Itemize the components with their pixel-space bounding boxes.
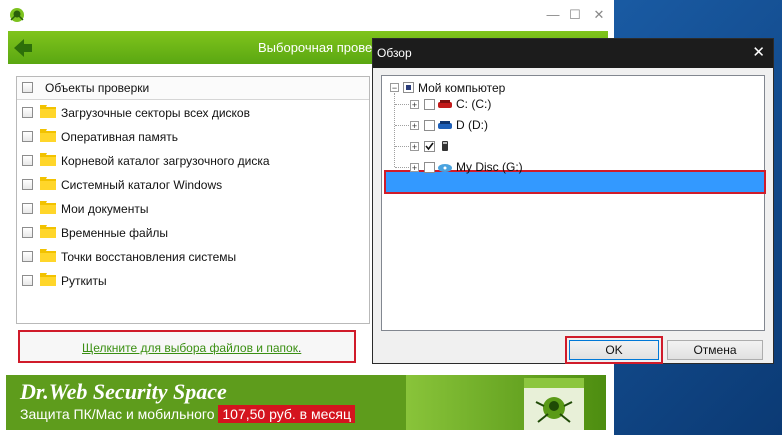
partial-check-mark	[406, 85, 411, 90]
scan-object-row[interactable]: Временные файлы	[17, 221, 369, 245]
promo-banner[interactable]: Dr.Web Security Space Защита ПК/Mac и мо…	[6, 375, 606, 430]
browse-dialog: Обзор ✕ − Мой компьютер + C: (C:) + D (D:) +…	[372, 38, 774, 364]
folder-icon	[40, 177, 56, 190]
close-button[interactable]: ✕	[588, 6, 610, 24]
folder-icon	[40, 273, 56, 286]
scan-object-checkbox[interactable]	[22, 107, 33, 118]
drive-label[interactable]: D (D:)	[456, 118, 488, 132]
scan-object-checkbox[interactable]	[22, 131, 33, 142]
dialog-close-icon[interactable]: ✕	[752, 44, 765, 62]
folder-icon	[40, 129, 56, 142]
scan-object-row[interactable]: Системный каталог Windows	[17, 173, 369, 197]
scan-object-row[interactable]: Руткиты	[17, 269, 369, 293]
link-period: .	[297, 341, 302, 355]
cancel-button[interactable]: Отмена	[667, 340, 763, 360]
select-files-link[interactable]: Щелкните для выбора файлов и папок.	[82, 341, 301, 355]
hard-drive-blue-icon	[438, 121, 452, 129]
folder-icon	[40, 105, 56, 118]
root-label[interactable]: Мой компьютер	[418, 81, 505, 95]
scan-object-label: Точки восстановления системы	[61, 250, 237, 264]
banner-text-area: Dr.Web Security Space Защита ПК/Mac и мо…	[6, 375, 406, 430]
scan-object-label: Временные файлы	[61, 226, 169, 240]
scan-object-label: Системный каталог Windows	[61, 178, 223, 192]
dialog-titlebar: Обзор ✕	[373, 39, 773, 68]
collapse-root-icon[interactable]: −	[390, 83, 399, 93]
spider-logo-icon	[535, 397, 573, 423]
usb-drive-icon	[442, 141, 448, 151]
expand-icon[interactable]: +	[410, 142, 419, 152]
drive-label[interactable]: E: (E:)	[456, 139, 490, 153]
select-files-link-label[interactable]: Щелкните для выбора файлов и папок	[82, 341, 298, 355]
scan-object-label: Загрузочные секторы всех дисков	[61, 106, 250, 120]
back-arrow-icon[interactable]	[12, 37, 34, 59]
scan-objects-tree: Объекты проверки Загрузочные секторы все…	[16, 76, 370, 324]
maximize-button[interactable]: ☐	[564, 6, 586, 24]
banner-subtitle: Защита ПК/Mac и мобильного 107,50 руб. в…	[20, 405, 356, 423]
drive-checkbox[interactable]	[424, 141, 435, 152]
drive-label[interactable]: C: (C:)	[456, 97, 491, 111]
scan-object-row[interactable]: Мои документы	[17, 197, 369, 221]
scan-object-row[interactable]: Загрузочные секторы всех дисков	[17, 101, 369, 125]
scan-object-row[interactable]: Точки восстановления системы	[17, 245, 369, 269]
scan-object-label: Мои документы	[61, 202, 149, 216]
drive-checkbox[interactable]	[424, 99, 435, 110]
check-mark-icon	[425, 142, 434, 151]
drive-tree: − Мой компьютер + C: (C:) + D (D:) + E: (E:) +…	[381, 75, 766, 331]
dialog-title: Обзор	[377, 46, 412, 60]
expand-icon[interactable]: +	[410, 100, 419, 110]
folder-icon	[40, 225, 56, 238]
root-checkbox[interactable]	[403, 82, 414, 93]
scan-object-label: Корневой каталог загрузочного диска	[61, 154, 270, 168]
hard-drive-red-icon	[438, 100, 452, 108]
scan-object-row[interactable]: Корневой каталог загрузочного диска	[17, 149, 369, 173]
scan-object-checkbox[interactable]	[22, 251, 33, 262]
scan-object-checkbox[interactable]	[22, 227, 33, 238]
window-titlebar: — ☐ ✕	[0, 0, 614, 30]
scan-object-checkbox[interactable]	[22, 203, 33, 214]
drive-checkbox[interactable]	[424, 162, 435, 173]
product-box-stripe	[524, 378, 584, 388]
scan-object-checkbox[interactable]	[22, 179, 33, 190]
tree-header: Объекты проверки	[17, 77, 369, 100]
scan-object-checkbox[interactable]	[22, 275, 33, 286]
banner-title: Dr.Web Security Space	[20, 379, 227, 404]
optical-disc-icon	[438, 164, 452, 172]
scan-object-row[interactable]: Оперативная память	[17, 125, 369, 149]
tree-header-label: Объекты проверки	[45, 81, 150, 95]
select-files-link-box: Щелкните для выбора файлов и папок.	[18, 330, 356, 363]
folder-icon	[40, 153, 56, 166]
scan-object-checkbox[interactable]	[22, 155, 33, 166]
product-box-icon	[524, 378, 584, 430]
banner-product-image	[406, 375, 606, 430]
drive-label[interactable]: My Disc (G:)	[456, 160, 523, 174]
folder-icon	[40, 249, 56, 262]
scan-object-label: Оперативная память	[61, 130, 178, 144]
selected-row-outline	[384, 170, 766, 194]
minimize-button[interactable]: —	[542, 6, 564, 24]
banner-subtitle-text: Защита ПК/Mac и мобильного	[20, 406, 219, 422]
banner-price: 107,50 руб. в месяц	[218, 405, 356, 423]
drweb-spider-icon	[10, 8, 24, 22]
drive-checkbox[interactable]	[424, 120, 435, 131]
expand-icon[interactable]: +	[410, 121, 419, 131]
expand-icon[interactable]: +	[410, 163, 419, 173]
ok-button[interactable]: OK	[569, 340, 659, 360]
select-all-checkbox[interactable]	[22, 82, 33, 93]
scan-object-label: Руткиты	[61, 274, 107, 288]
folder-icon	[40, 201, 56, 214]
